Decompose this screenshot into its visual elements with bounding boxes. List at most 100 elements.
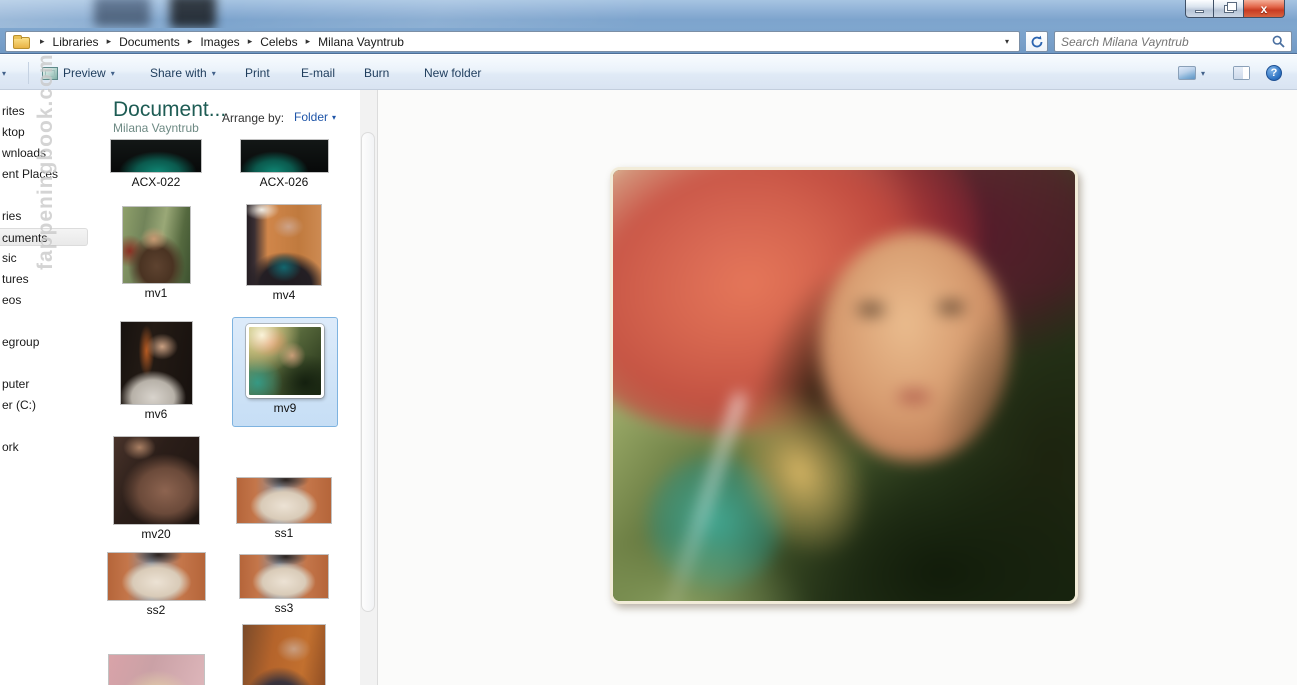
photo-art xyxy=(610,167,1078,604)
chevron-down-icon: ▾ xyxy=(212,69,216,78)
file-item[interactable]: mv4 xyxy=(220,205,348,302)
file-item[interactable] xyxy=(220,625,348,685)
sidebar-item-local-disk[interactable]: er (C:) xyxy=(0,396,88,414)
address-history-dropdown-icon[interactable]: ▾ xyxy=(999,37,1015,46)
file-thumbnail xyxy=(111,140,201,172)
file-item[interactable]: mv20 xyxy=(92,437,220,541)
help-icon: ? xyxy=(1266,65,1282,81)
file-item[interactable] xyxy=(92,655,220,685)
file-thumbnail xyxy=(241,140,328,172)
restore-button[interactable] xyxy=(1214,0,1243,18)
breadcrumb-separator-icon: ▸ xyxy=(101,36,118,47)
sidebar-item-network[interactable]: ork xyxy=(0,438,88,456)
file-label: mv4 xyxy=(220,288,348,302)
sidebar-item-documents[interactable]: cuments xyxy=(0,228,88,246)
sidebar-item-downloads[interactable]: wnloads xyxy=(0,144,88,162)
preview-icon xyxy=(42,67,58,80)
views-icon xyxy=(1178,66,1196,80)
email-label: E-mail xyxy=(301,66,335,80)
breadcrumb-milana-vayntrub[interactable]: Milana Vayntrub xyxy=(316,33,406,51)
print-button[interactable]: Print xyxy=(237,62,278,84)
close-button[interactable]: x xyxy=(1243,0,1285,18)
file-label: ss3 xyxy=(220,601,348,615)
sidebar-item-music[interactable]: sic xyxy=(0,249,88,267)
burn-button[interactable]: Burn xyxy=(356,62,397,84)
refresh-icon xyxy=(1030,35,1044,49)
arrange-by-value: Folder xyxy=(294,110,328,124)
preview-button[interactable]: Preview ▾ xyxy=(34,62,123,84)
navigation-pane: rites ktop wnloads ent Places ries cumen… xyxy=(0,90,88,685)
file-label: ACX-022 xyxy=(92,175,220,189)
preview-pane-icon xyxy=(1233,66,1250,80)
print-label: Print xyxy=(245,66,270,80)
file-label: mv9 xyxy=(233,401,337,415)
sidebar-item-recent-places[interactable]: ent Places xyxy=(0,165,88,183)
change-view-button[interactable]: ▾ xyxy=(1170,62,1213,84)
file-thumbnail xyxy=(243,625,325,685)
title-bar: x xyxy=(0,0,1297,28)
arrange-by-dropdown[interactable]: Folder ▾ xyxy=(294,110,336,124)
breadcrumb-images[interactable]: Images xyxy=(198,33,241,51)
new-folder-button[interactable]: New folder xyxy=(416,62,489,84)
help-button[interactable]: ? xyxy=(1258,62,1290,84)
email-button[interactable]: E-mail xyxy=(293,62,343,84)
file-label: mv20 xyxy=(92,527,220,541)
sidebar-item-libraries[interactable]: ries xyxy=(0,207,88,225)
file-label: ACX-026 xyxy=(220,175,348,189)
file-list-scrollbar[interactable] xyxy=(360,90,377,685)
library-subtitle: Milana Vayntrub xyxy=(113,121,199,135)
preview-pane-toggle[interactable] xyxy=(1225,62,1258,84)
sidebar-item-videos[interactable]: eos xyxy=(0,291,88,309)
close-icon: x xyxy=(1261,3,1268,15)
breadcrumb-separator-icon: ▸ xyxy=(182,36,199,47)
folder-icon xyxy=(13,37,30,49)
window-controls: x xyxy=(1185,0,1285,18)
restore-icon xyxy=(1224,5,1234,13)
file-item[interactable]: mv1 xyxy=(92,207,220,300)
file-item[interactable]: ACX-026 xyxy=(220,140,348,189)
blurred-thumbnail-artifact xyxy=(94,0,150,26)
share-with-label: Share with xyxy=(150,66,207,80)
file-item[interactable]: ACX-022 xyxy=(92,140,220,189)
file-item[interactable]: mv6 xyxy=(92,322,220,421)
preview-photo-mv9 xyxy=(610,167,1078,604)
file-item[interactable]: ss1 xyxy=(220,478,348,540)
search-box[interactable] xyxy=(1054,31,1292,52)
blurred-thumbnail-artifact xyxy=(170,0,216,28)
file-item-selected[interactable]: mv9 xyxy=(232,317,338,427)
file-thumbnail xyxy=(247,205,321,285)
breadcrumb-celebs[interactable]: Celebs xyxy=(258,33,299,51)
sidebar-item-computer[interactable]: puter xyxy=(0,375,88,393)
chevron-down-icon: ▾ xyxy=(1201,69,1205,78)
minimize-button[interactable] xyxy=(1185,0,1214,18)
organize-dropdown-icon[interactable]: ▾ xyxy=(2,69,6,78)
sidebar-item-pictures[interactable]: tures xyxy=(0,270,88,288)
minimize-icon xyxy=(1195,10,1204,13)
scrollbar-thumb[interactable] xyxy=(361,132,375,612)
breadcrumb-separator-icon: ▸ xyxy=(242,36,259,47)
file-thumbnail xyxy=(109,655,204,685)
sidebar-item-favorites[interactable]: rites xyxy=(0,102,88,120)
search-icon[interactable] xyxy=(1272,35,1285,48)
sidebar-item-desktop[interactable]: ktop xyxy=(0,123,88,141)
search-input[interactable] xyxy=(1055,35,1272,49)
file-thumbnail xyxy=(237,478,331,523)
file-thumbnail xyxy=(240,555,328,598)
breadcrumb-libraries[interactable]: Libraries xyxy=(51,33,101,51)
file-item[interactable]: ss3 xyxy=(220,555,348,615)
file-thumbnail xyxy=(246,324,324,398)
breadcrumb-documents[interactable]: Documents xyxy=(117,33,182,51)
library-title: Document... xyxy=(113,98,226,122)
share-with-button[interactable]: Share with ▾ xyxy=(142,62,224,84)
file-label: mv1 xyxy=(92,286,220,300)
file-thumbnail xyxy=(108,553,205,600)
preview-label: Preview xyxy=(63,66,106,80)
file-item[interactable]: ss2 xyxy=(92,553,220,617)
command-toolbar: ▾ Preview ▾ Share with ▾ Print E-mail Bu… xyxy=(0,55,1297,90)
refresh-button[interactable] xyxy=(1026,31,1048,52)
breadcrumb-separator-icon: ▸ xyxy=(34,36,51,47)
file-thumbnail xyxy=(121,322,192,404)
sidebar-item-homegroup[interactable]: egroup xyxy=(0,333,88,351)
chevron-down-icon: ▾ xyxy=(111,69,115,78)
address-bar[interactable]: ▸ Libraries ▸ Documents ▸ Images ▸ Celeb… xyxy=(5,31,1020,52)
